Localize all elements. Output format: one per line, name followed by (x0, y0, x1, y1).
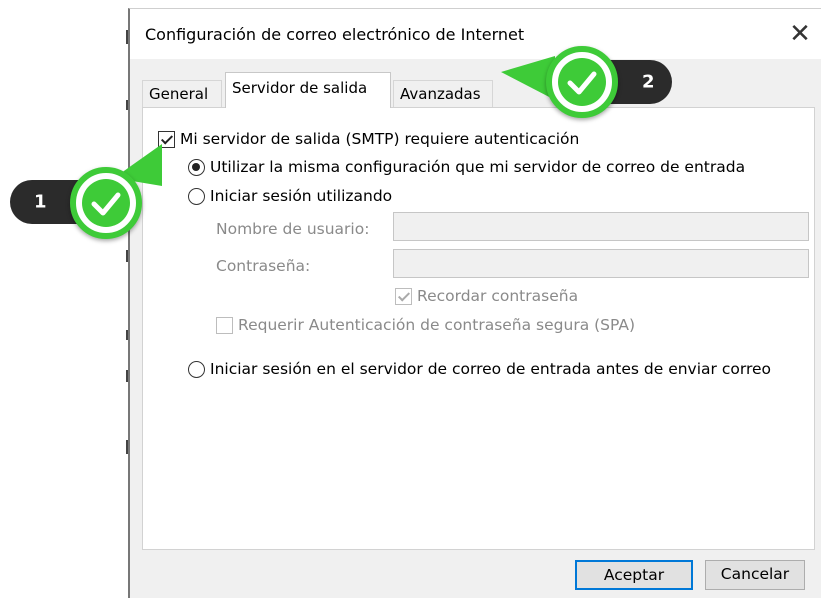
same-config-radio[interactable] (188, 158, 205, 176)
remember-password-checkbox[interactable] (395, 287, 412, 305)
login-using-option[interactable]: Iniciar sesión utilizando (188, 187, 392, 205)
password-field[interactable] (393, 249, 809, 278)
email-settings-dialog: Configuración de correo electrónico de I… (128, 8, 821, 598)
tab-outgoing-server[interactable]: Servidor de salida (225, 72, 391, 108)
remember-password-label: Recordar contraseña (417, 287, 579, 305)
tab-general[interactable]: General (142, 80, 222, 107)
dialog-title: Configuración de correo electrónico de I… (145, 25, 525, 44)
spa-label: Requerir Autenticación de contraseña seg… (238, 316, 636, 334)
accept-button[interactable]: Aceptar (575, 560, 693, 590)
password-label: Contraseña: (216, 257, 311, 275)
outgoing-server-panel: Mi servidor de salida (SMTP) requiere au… (142, 107, 815, 550)
login-before-send-label: Iniciar sesión en el servidor de correo … (210, 360, 771, 378)
login-before-send-radio[interactable] (188, 360, 205, 378)
checkmark-icon (546, 46, 618, 118)
smtp-auth-label: Mi servidor de salida (SMTP) requiere au… (180, 130, 580, 148)
login-before-send-option[interactable]: Iniciar sesión en el servidor de correo … (188, 360, 771, 378)
login-using-radio[interactable] (188, 187, 205, 205)
smtp-auth-option[interactable]: Mi servidor de salida (SMTP) requiere au… (158, 130, 579, 148)
spa-checkbox[interactable] (216, 316, 233, 334)
cancel-button[interactable]: Cancelar (705, 560, 805, 590)
callout-1-number: 1 (34, 191, 47, 213)
title-bar: Configuración de correo electrónico de I… (130, 9, 821, 59)
checkmark-icon (70, 167, 142, 239)
remember-password-option[interactable]: Recordar contraseña (395, 287, 578, 305)
username-field[interactable] (393, 212, 809, 241)
login-using-label: Iniciar sesión utilizando (210, 187, 393, 205)
username-label: Nombre de usuario: (216, 220, 370, 238)
callout-2-number: 2 (642, 71, 655, 93)
tab-advanced[interactable]: Avanzadas (393, 80, 493, 107)
spa-option[interactable]: Requerir Autenticación de contraseña seg… (216, 316, 635, 334)
close-icon[interactable]: ✕ (785, 19, 815, 49)
same-config-label: Utilizar la misma configuración que mi s… (210, 158, 746, 176)
same-config-option[interactable]: Utilizar la misma configuración que mi s… (188, 158, 745, 176)
